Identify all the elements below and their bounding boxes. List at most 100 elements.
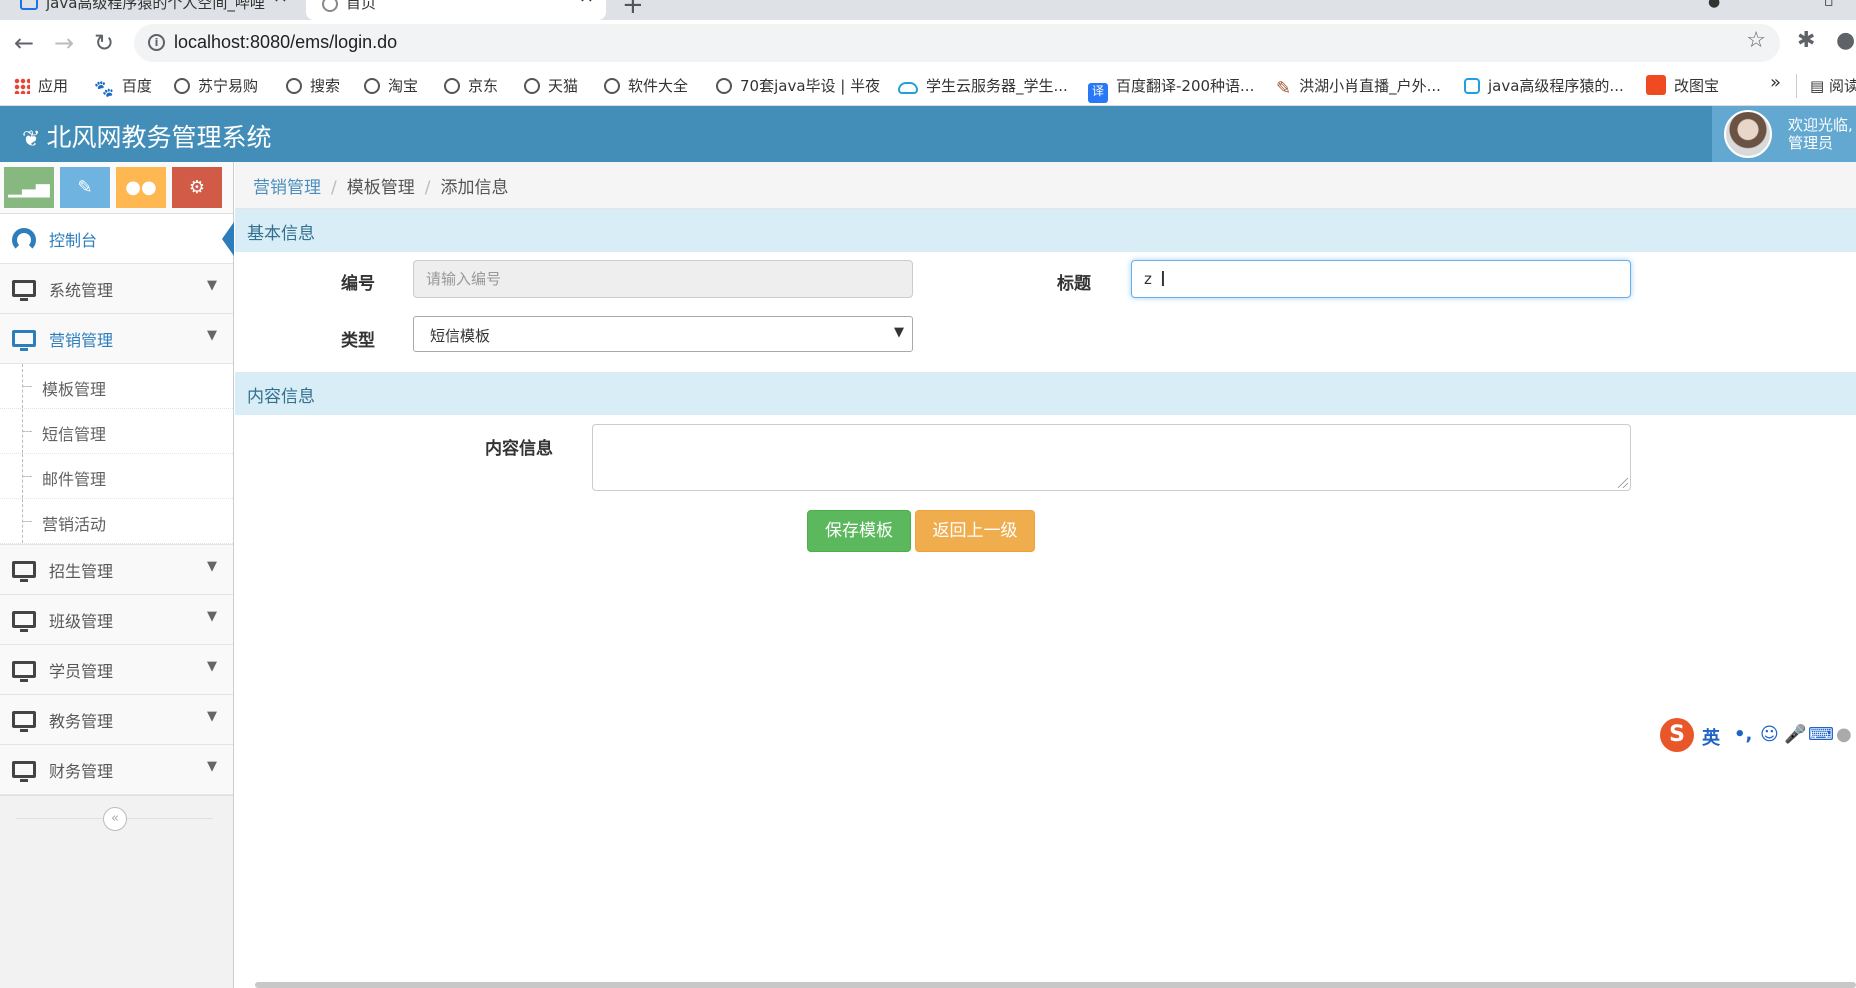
microphone-icon[interactable]: 🎤 xyxy=(1784,724,1806,745)
address-bar[interactable]: i localhost:8080/ems/login.do ☆ xyxy=(134,24,1780,62)
info-icon[interactable]: i xyxy=(148,34,165,51)
sogou-logo-icon[interactable]: S xyxy=(1660,718,1694,752)
bookmark-taobao[interactable]: 淘宝 xyxy=(364,75,418,96)
ime-punctuation[interactable]: •, xyxy=(1734,724,1752,745)
apps-grid-icon xyxy=(14,78,30,94)
new-tab-icon[interactable]: + xyxy=(622,0,644,20)
users-icon[interactable]: ●● xyxy=(116,167,166,208)
sidebar-subitem-campaign[interactable]: 营销活动 xyxy=(0,499,233,544)
forward-icon[interactable]: → xyxy=(46,26,82,60)
keyboard-icon[interactable]: ⌨ xyxy=(1808,724,1834,745)
bilibili-tab-icon xyxy=(20,0,38,10)
back-button[interactable]: 返回上一级 xyxy=(915,510,1035,552)
ime-mode[interactable]: 英 xyxy=(1702,724,1720,750)
sidebar-item-label: 财务管理 xyxy=(49,762,114,781)
chevron-down-icon: ▼ xyxy=(894,325,904,340)
bookmark-star-icon[interactable]: ☆ xyxy=(1746,28,1766,53)
sidebar-item-classes[interactable]: 班级管理 ▼ xyxy=(0,595,233,645)
id-input-placeholder: 请输入编号 xyxy=(426,270,502,288)
type-label: 类型 xyxy=(341,331,375,351)
cogs-icon[interactable]: ⚙ xyxy=(172,167,222,208)
minimize-icon[interactable]: ● xyxy=(1708,0,1720,10)
sidebar-item-label: 系统管理 xyxy=(49,281,114,300)
bookmark-suning[interactable]: 苏宁易购 xyxy=(174,75,258,96)
chevron-down-icon: ▼ xyxy=(207,609,217,624)
sidebar-collapse-row: « xyxy=(0,795,233,841)
bookmark-jd[interactable]: 京东 xyxy=(444,75,498,96)
sidebar-subitem-template[interactable]: 模板管理 xyxy=(0,364,233,409)
sidebar-item-admissions[interactable]: 招生管理 ▼ xyxy=(0,545,233,595)
bookmark-live[interactable]: ✎ 洪湖小肖直播_户外... xyxy=(1276,75,1441,99)
emoji-icon[interactable]: ☺ xyxy=(1760,724,1779,745)
bookmark-divider xyxy=(1796,74,1797,98)
bookmark-bilibili[interactable]: java高级程序猿的... xyxy=(1464,75,1624,96)
sidebar-item-label: 营销管理 xyxy=(49,331,114,350)
browser-tab-2[interactable]: 首页 × xyxy=(306,0,606,20)
browser-tab-1[interactable]: java高级程序猿的个人空间_哔哩 × xyxy=(0,0,300,20)
sidebar-subitem-email[interactable]: 邮件管理 xyxy=(0,454,233,499)
bookmark-label: 百度翻译-200种语... xyxy=(1116,77,1255,95)
bookmark-label: 百度 xyxy=(121,77,152,95)
signal-icon[interactable]: ▁▃▅ xyxy=(4,167,54,208)
bookmark-apps[interactable]: 应用 xyxy=(14,75,68,96)
bookmarks-bar: 应用 🐾 百度 苏宁易购 搜索 淘宝 京东 天猫 软件大全 70套java毕设 |… xyxy=(0,66,1856,106)
chevron-down-icon: ▼ xyxy=(207,659,217,674)
breadcrumb-link-marketing[interactable]: 营销管理 xyxy=(253,178,321,198)
breadcrumb-separator: / xyxy=(331,178,337,198)
bookmark-label: 淘宝 xyxy=(388,77,419,95)
chevron-down-icon: ▼ xyxy=(207,328,217,343)
save-template-button[interactable]: 保存模板 xyxy=(807,510,911,552)
sidebar-item-label: 班级管理 xyxy=(49,612,114,631)
user-greeting: 欢迎光临, xyxy=(1788,116,1853,134)
user-icon[interactable]: ● xyxy=(1836,724,1852,745)
id-input[interactable]: 请输入编号 xyxy=(413,260,913,298)
sidebar-item-marketing[interactable]: 营销管理 ▼ xyxy=(0,314,233,364)
sidebar-subitem-label: 邮件管理 xyxy=(42,470,107,489)
address-url[interactable]: localhost:8080/ems/login.do xyxy=(174,32,397,53)
reading-list-icon: ▤ xyxy=(1810,77,1829,95)
bookmark-java-projects[interactable]: 70套java毕设 | 半夜 xyxy=(716,75,880,96)
extensions-icon[interactable]: ✱ xyxy=(1797,28,1815,53)
app-brand[interactable]: ❦ 北风网教务管理系统 xyxy=(22,118,271,154)
sidebar-item-academic[interactable]: 教务管理 ▼ xyxy=(0,695,233,745)
desktop-icon xyxy=(12,561,36,582)
horizontal-scrollbar[interactable] xyxy=(255,982,1856,988)
bookmark-student-cloud[interactable]: 学生云服务器_学生... xyxy=(898,75,1068,96)
sidebar-item-students[interactable]: 学员管理 ▼ xyxy=(0,645,233,695)
double-chevron-left-icon[interactable]: « xyxy=(103,807,127,831)
profile-icon[interactable]: ● xyxy=(1836,28,1855,53)
pencil-icon[interactable]: ✎ xyxy=(60,167,110,208)
browser-tab-title: java高级程序猿的个人空间_哔哩 xyxy=(46,0,265,12)
desktop-icon xyxy=(12,280,36,301)
bookmark-software[interactable]: 软件大全 xyxy=(604,75,688,96)
sidebar-subitem-sms[interactable]: 短信管理 xyxy=(0,409,233,454)
user-menu[interactable]: 欢迎光临, 管理员 xyxy=(1712,106,1856,162)
more-bookmarks-icon[interactable]: » xyxy=(1770,72,1781,93)
back-icon[interactable]: ← xyxy=(6,26,42,60)
title-input[interactable]: z I xyxy=(1131,260,1631,298)
bookmark-label: 洪湖小肖直播_户外... xyxy=(1299,77,1441,95)
restore-icon[interactable]: ▫ xyxy=(1824,0,1834,10)
sidebar-item-finance[interactable]: 财务管理 ▼ xyxy=(0,745,233,795)
breadcrumb-item-current: 添加信息 xyxy=(440,178,509,198)
bookmark-tmall[interactable]: 天猫 xyxy=(524,75,578,96)
globe-icon xyxy=(524,78,540,94)
sidebar-item-system[interactable]: 系统管理 ▼ xyxy=(0,264,233,314)
bookmark-gaitubao[interactable]: 改图宝 xyxy=(1646,75,1719,96)
reading-list[interactable]: ▤ 阅读 xyxy=(1810,75,1856,96)
sidebar-item-dashboard[interactable]: 控制台 xyxy=(0,214,234,264)
resize-grip-icon[interactable] xyxy=(1618,478,1628,488)
bookmark-baidu[interactable]: 🐾 百度 xyxy=(94,75,152,98)
desktop-icon xyxy=(12,611,36,632)
bookmark-baidu-translate[interactable]: 译百度翻译-200种语... xyxy=(1088,75,1254,103)
bookmark-search[interactable]: 搜索 xyxy=(286,75,340,96)
globe-icon xyxy=(286,78,302,94)
type-select[interactable]: 短信模板 ▼ xyxy=(413,316,913,352)
content-textarea[interactable] xyxy=(592,424,1631,491)
reload-icon[interactable]: ↻ xyxy=(86,26,122,60)
sidebar-item-label: 控制台 xyxy=(49,231,98,250)
reading-list-label: 阅读 xyxy=(1828,77,1856,95)
chevron-down-icon: ▼ xyxy=(207,278,217,293)
sidebar-item-label: 教务管理 xyxy=(49,712,114,731)
avatar xyxy=(1724,110,1772,158)
